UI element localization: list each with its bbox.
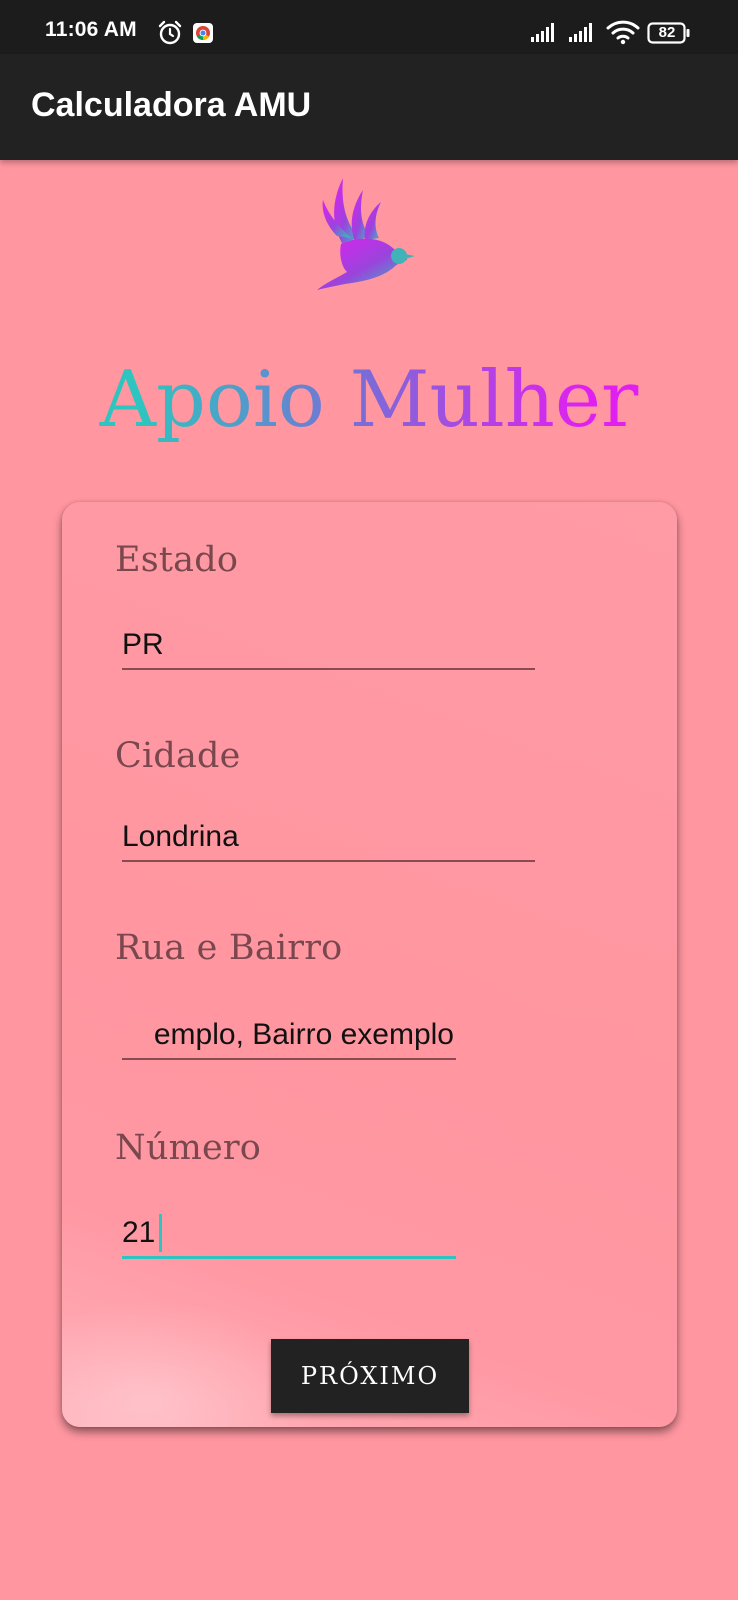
address-form-card: Estado PR Cidade Londrina Rua e Bairro e… [62,502,677,1427]
estado-value: PR [122,628,164,661]
battery-level: 82 [658,24,676,41]
text-cursor [159,1214,162,1252]
brand-title: Apoio Mulher [99,355,639,445]
app-bar: Calculadora AMU [0,54,738,160]
next-button[interactable]: PRÓXIMO [271,1339,469,1413]
field-label-rua-bairro: Rua e Bairro [115,928,343,968]
brand-title-text: Apoio Mulher [99,355,639,445]
wifi-icon [606,20,640,45]
estado-field[interactable]: PR [122,620,535,670]
numero-value: 21 [122,1216,156,1249]
cidade-field[interactable]: Londrina [122,812,535,862]
signal-icon [569,23,592,42]
app-title: Calculadora AMU [31,86,312,124]
rua-bairro-value: emplo, Bairro exemplo [153,1018,454,1051]
field-label-estado: Estado [115,540,239,580]
numero-field[interactable]: 21 [122,1208,456,1259]
chrome-icon [193,23,213,43]
signal-icon [531,23,554,42]
bird-icon [317,178,415,290]
alarm-icon [158,20,182,45]
status-bar: 11:06 AM 82 [0,0,738,54]
rua-bairro-field[interactable]: emplo, Bairro exemplo [122,1010,456,1060]
field-label-cidade: Cidade [115,736,241,776]
field-label-numero: Número [115,1128,262,1168]
cidade-value: Londrina [122,820,239,853]
status-time: 11:06 AM [45,18,137,41]
